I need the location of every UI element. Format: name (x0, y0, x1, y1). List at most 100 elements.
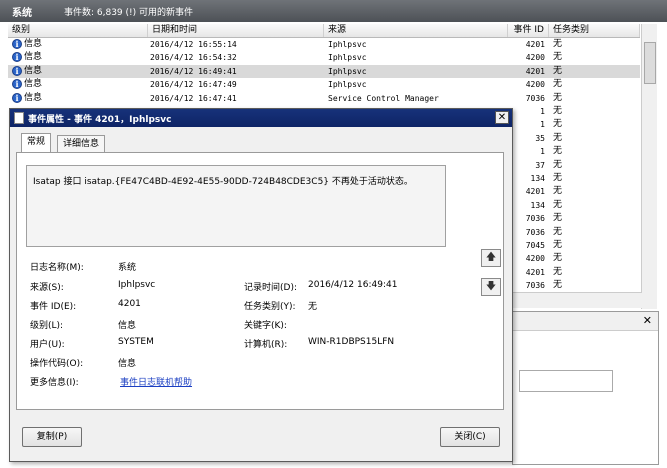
next-event-button[interactable]: 🡇 (481, 278, 501, 296)
tab-details[interactable]: 详细信息 (57, 135, 106, 152)
event-task: 无 (553, 92, 563, 103)
event-task: 无 (553, 173, 563, 183)
up-arrow-icon: 🡅 (485, 252, 497, 263)
event-task: 无 (553, 280, 563, 291)
opcode-value: 信息 (118, 359, 137, 369)
event-id: 4201 (525, 267, 545, 277)
event-description: Isatap 接口 isatap.{FE47C4BD-4E92-4E55-90D… (33, 177, 413, 187)
log-name-value: 系统 (118, 263, 137, 273)
column-header-source[interactable]: 来源 (324, 24, 508, 37)
column-header-event-id[interactable]: 事件 ID (508, 24, 549, 37)
scrollbar-thumb[interactable] (644, 42, 656, 84)
event-id: 4201 (525, 66, 545, 76)
event-task: 无 (553, 240, 563, 250)
source-label: 来源(S): (30, 283, 64, 293)
event-row[interactable]: i 信息 2016/4/12 16:55:14 Iphlpsvc 4201 无 (8, 38, 640, 51)
event-task: 无 (553, 52, 563, 63)
close-button[interactable]: 关闭(C) (440, 427, 500, 447)
event-description-box[interactable]: Isatap 接口 isatap.{FE47C4BD-4E92-4E55-90D… (26, 165, 446, 247)
event-id: 7045 (525, 241, 545, 250)
event-id: 7036 (525, 214, 545, 224)
event-id: 7036 (525, 227, 545, 237)
level-value: 信息 (118, 321, 137, 331)
user-label: 用户(U): (30, 340, 65, 350)
event-row[interactable]: i 信息 2016/4/12 16:47:41 Service Control Man… (8, 92, 640, 105)
event-id: 4200 (525, 53, 545, 63)
previous-event-button[interactable]: 🡅 (481, 249, 501, 267)
preview-close-icon[interactable]: ✕ (643, 314, 652, 327)
preview-panel-header: ✕ (513, 312, 658, 331)
dialog-titlebar[interactable]: 事件属性 - 事件 4201，Iphlpsvc ✕ (10, 109, 512, 127)
event-task: 无 (553, 266, 563, 277)
event-task: 无 (553, 106, 563, 116)
event-id: 4200 (525, 80, 545, 90)
event-viewer-titlebar: 系统 事件数: 6,839 (!) 可用的新事件 (0, 0, 667, 22)
info-icon: i (12, 39, 22, 49)
copy-button[interactable]: 复制(P) (22, 427, 82, 447)
event-id: 35 (535, 133, 545, 143)
event-level: 信息 (24, 65, 43, 76)
down-arrow-icon: 🡇 (485, 281, 497, 292)
event-datetime: 2016/4/12 16:55:14 (150, 40, 237, 49)
event-source: Iphlpsvc (328, 40, 367, 49)
event-level: 信息 (24, 79, 43, 90)
event-task: 无 (553, 159, 563, 170)
event-id: 4200 (525, 254, 545, 264)
event-datetime: 2016/4/12 16:47:41 (150, 93, 237, 103)
event-task: 无 (553, 65, 563, 76)
event-source: Iphlpsvc (328, 80, 367, 90)
computer-label: 计算机(R): (244, 340, 288, 350)
level-label: 级别(L): (30, 321, 64, 331)
event-datetime: 2016/4/12 16:47:49 (150, 80, 237, 90)
column-header-task[interactable]: 任务类别 (549, 24, 640, 37)
event-level: 信息 (24, 92, 43, 103)
event-id: 7036 (525, 281, 545, 291)
info-icon: i (12, 65, 22, 76)
event-count-text: 事件数: 6,839 (!) 可用的新事件 (64, 8, 194, 18)
column-header-datetime[interactable]: 日期和时间 (148, 24, 324, 37)
event-id: 134 (530, 174, 545, 183)
event-id: 4201 (525, 187, 545, 197)
opcode-label: 操作代码(O): (30, 359, 84, 369)
event-list-header: 级别 日期和时间 来源 事件 ID 任务类别 (8, 24, 640, 38)
event-level: 信息 (24, 39, 43, 49)
event-id: 134 (530, 200, 545, 210)
event-id-label: 事件 ID(E): (30, 302, 77, 312)
event-source: Service Control Manager (328, 93, 439, 103)
source-value: Iphlpsvc (118, 280, 156, 290)
event-task: 无 (553, 226, 563, 237)
event-task: 无 (553, 199, 563, 210)
event-task: 无 (553, 119, 563, 130)
event-task: 无 (553, 186, 563, 197)
event-task: 无 (553, 146, 563, 157)
event-task: 无 (553, 213, 563, 224)
event-row[interactable]: i 信息 2016/4/12 16:54:32 Iphlpsvc 4200 无 (8, 51, 640, 64)
event-level: 信息 (24, 52, 43, 63)
event-log-online-help-link[interactable]: 事件日志联机帮助 (120, 375, 192, 388)
event-properties-dialog: 事件属性 - 事件 4201，Iphlpsvc ✕ 常规 详细信息 Isatap… (9, 108, 513, 462)
event-id-value: 4201 (118, 299, 141, 309)
event-task: 无 (553, 253, 563, 264)
task-category-value: 无 (308, 302, 318, 312)
dialog-close-icon[interactable]: ✕ (495, 111, 509, 124)
event-list-horizontal-scrollbar[interactable] (512, 292, 642, 308)
event-source: Iphlpsvc (328, 53, 367, 63)
event-id: 1 (540, 107, 545, 116)
log-name-label: 日志名称(M): (30, 263, 84, 273)
log-section-title: 系统 (12, 8, 32, 19)
logged-value: 2016/4/12 16:49:41 (308, 280, 398, 290)
event-list-scrollbar[interactable] (641, 24, 657, 309)
event-task: 无 (553, 132, 563, 143)
event-source: Iphlpsvc (328, 66, 367, 76)
event-properties-icon (14, 112, 24, 124)
tab-general[interactable]: 常规 (21, 133, 52, 152)
task-category-label: 任务类别(Y): (244, 302, 296, 312)
event-task: 无 (553, 39, 563, 49)
event-row[interactable]: i 信息 2016/4/12 16:47:49 Iphlpsvc 4200 无 (8, 78, 640, 91)
event-id: 1 (540, 120, 545, 130)
column-header-level[interactable]: 级别 (8, 24, 148, 37)
event-datetime: 2016/4/12 16:54:32 (150, 53, 237, 63)
event-row[interactable]: i 信息 2016/4/12 16:49:41 Iphlpsvc 4201 无 (8, 64, 640, 78)
keywords-label: 关键字(K): (244, 321, 287, 331)
event-id: 7036 (525, 93, 545, 103)
